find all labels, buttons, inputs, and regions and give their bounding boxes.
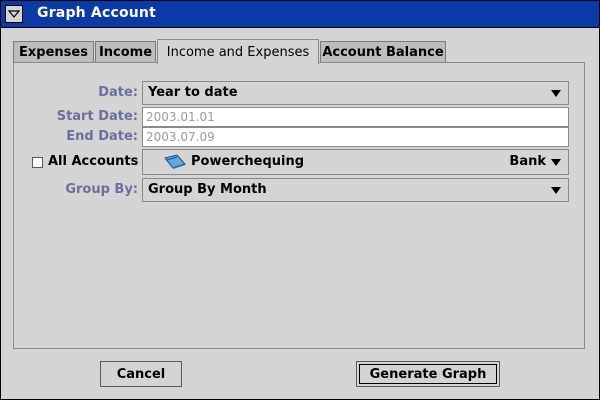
title-bar[interactable]: Graph Account	[1, 1, 599, 28]
start-date-label: Start Date:	[56, 109, 138, 124]
graph-account-dialog: Graph Account Expenses Income Income and…	[0, 0, 600, 400]
tab-panel: Date: Year to date Start Date: 2003.01.0…	[13, 62, 585, 349]
group-by-select[interactable]: Group By Month	[142, 178, 569, 202]
all-accounts-label[interactable]: All Accounts	[48, 154, 138, 169]
window-title: Graph Account	[37, 5, 156, 21]
generate-graph-button[interactable]: Generate Graph	[356, 361, 500, 387]
tab-account-balance[interactable]: Account Balance	[320, 41, 446, 63]
bank-account-icon	[163, 154, 187, 174]
account-name: Powerchequing	[191, 154, 305, 169]
start-date-field[interactable]: 2003.01.01	[142, 107, 569, 127]
chevron-down-icon	[551, 187, 561, 194]
chevron-down-icon	[551, 159, 561, 166]
group-by-label: Group By:	[65, 182, 138, 197]
all-accounts-checkbox[interactable]	[32, 157, 43, 168]
account-type: Bank	[509, 154, 546, 169]
date-label: Date:	[98, 85, 138, 100]
group-by-select-value: Group By Month	[148, 182, 267, 197]
date-select-value: Year to date	[148, 85, 238, 100]
tab-income-and-expenses[interactable]: Income and Expenses	[157, 39, 319, 64]
tab-expenses[interactable]: Expenses	[13, 41, 94, 63]
cancel-button[interactable]: Cancel	[100, 361, 182, 387]
end-date-label: End Date:	[66, 129, 138, 144]
window-menu-icon[interactable]	[5, 5, 23, 23]
chevron-down-icon	[551, 90, 561, 97]
tab-income[interactable]: Income	[95, 41, 156, 63]
account-select[interactable]: Powerchequing Bank	[142, 149, 569, 175]
date-select[interactable]: Year to date	[142, 81, 569, 105]
end-date-field[interactable]: 2003.07.09	[142, 127, 569, 147]
